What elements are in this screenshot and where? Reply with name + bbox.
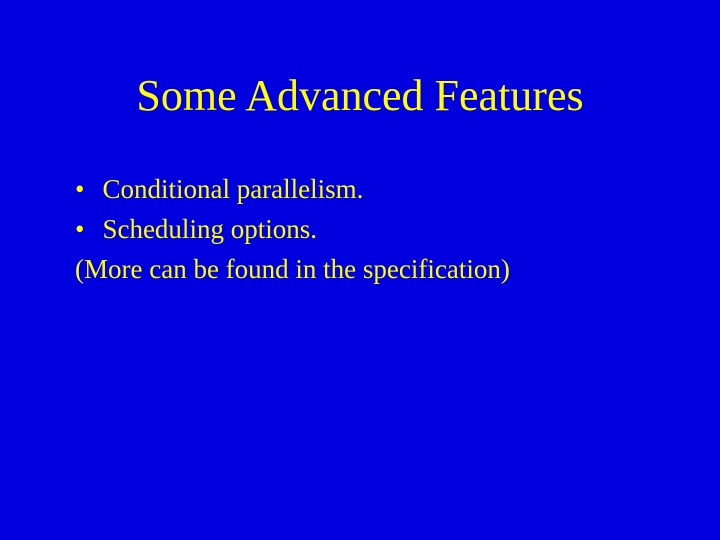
bullet-icon: • <box>75 211 84 249</box>
list-item: • Conditional parallelism. <box>75 171 660 209</box>
slide-title: Some Advanced Features <box>60 70 660 121</box>
list-item: • Scheduling options. <box>75 211 660 249</box>
slide: Some Advanced Features • Conditional par… <box>0 0 720 540</box>
note-text: (More can be found in the specification) <box>75 251 660 289</box>
bullet-icon: • <box>75 171 84 209</box>
bullet-text: Scheduling options. <box>102 211 317 249</box>
slide-content: • Conditional parallelism. • Scheduling … <box>60 171 660 288</box>
bullet-text: Conditional parallelism. <box>102 171 363 209</box>
